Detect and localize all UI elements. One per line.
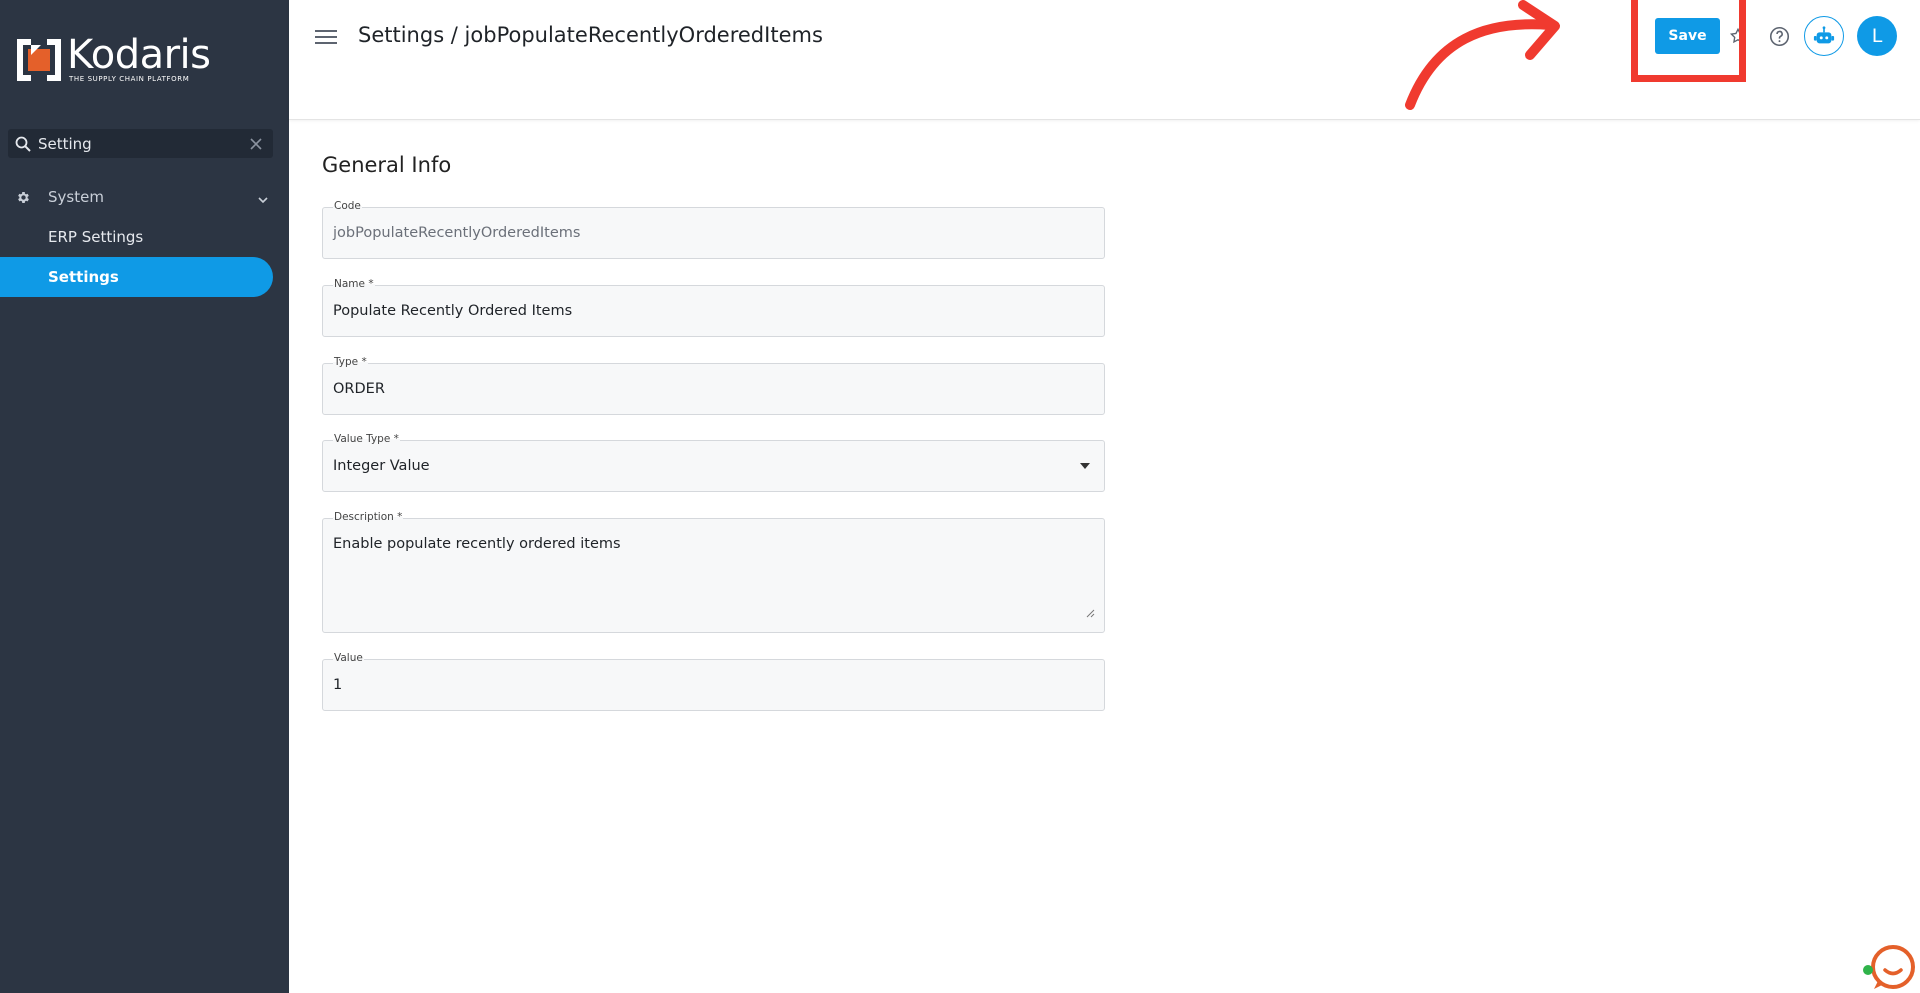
search-icon [8,129,38,158]
sidebar-group-system[interactable]: System [0,180,289,214]
type-value: ORDER [333,381,385,397]
sidebar-search-input[interactable] [38,134,239,153]
description-value: Enable populate recently ordered items [333,536,621,552]
type-label: Type * [333,356,368,368]
sidebar-item-settings[interactable]: Settings [0,257,273,297]
code-value: jobPopulateRecentlyOrderedItems [333,225,581,241]
assistant-bot-icon[interactable] [1804,16,1844,56]
value-type-label: Value Type * [333,433,400,445]
resize-handle-icon[interactable] [1086,609,1095,618]
sidebar-item-label: ERP Settings [48,228,144,246]
value-value: 1 [333,677,343,693]
sidebar-item-label: Settings [48,268,119,286]
sidebar-item-erp-settings[interactable]: ERP Settings [0,217,273,257]
value-field[interactable]: Value 1 [322,652,1105,711]
clear-search-icon[interactable] [239,129,273,158]
name-value: Populate Recently Ordered Items [333,303,573,319]
value-type-select[interactable]: Value Type * Integer Value [322,433,1105,492]
value-label: Value [333,652,364,664]
code-field[interactable]: Code jobPopulateRecentlyOrderedItems [322,200,1105,259]
value-type-value: Integer Value [333,458,430,474]
annotation-highlight-box [1631,0,1746,82]
chevron-down-icon [257,191,269,204]
sidebar: Kodaris THE SUPPLY CHAIN PLATFORM System… [0,0,289,993]
user-avatar[interactable]: L [1857,16,1897,56]
page-title: Settings / jobPopulateRecentlyOrderedIte… [358,23,823,47]
gear-icon [16,190,31,205]
sidebar-group-label: System [48,188,104,206]
logo-tagline: THE SUPPLY CHAIN PLATFORM [69,75,190,83]
section-title: General Info [322,153,452,177]
annotation-arrow-icon [1405,0,1560,110]
description-field[interactable]: Description * Enable populate recently o… [322,511,1105,633]
name-label: Name * [333,278,375,290]
help-icon[interactable] [1769,26,1790,47]
kodaris-logo[interactable]: Kodaris THE SUPPLY CHAIN PLATFORM [17,32,211,83]
type-field[interactable]: Type * ORDER [322,356,1105,415]
online-status-dot [1863,965,1873,975]
kodaris-logo-mark-icon [17,38,61,81]
logo-wordmark: Kodaris [67,32,211,78]
sidebar-search [8,129,273,158]
hamburger-menu-icon[interactable] [315,26,337,48]
description-label: Description * [333,511,404,523]
dropdown-caret-icon[interactable] [1080,463,1090,469]
chat-support-icon[interactable] [1866,941,1916,991]
name-field[interactable]: Name * Populate Recently Ordered Items [322,278,1105,337]
code-label: Code [333,200,362,212]
